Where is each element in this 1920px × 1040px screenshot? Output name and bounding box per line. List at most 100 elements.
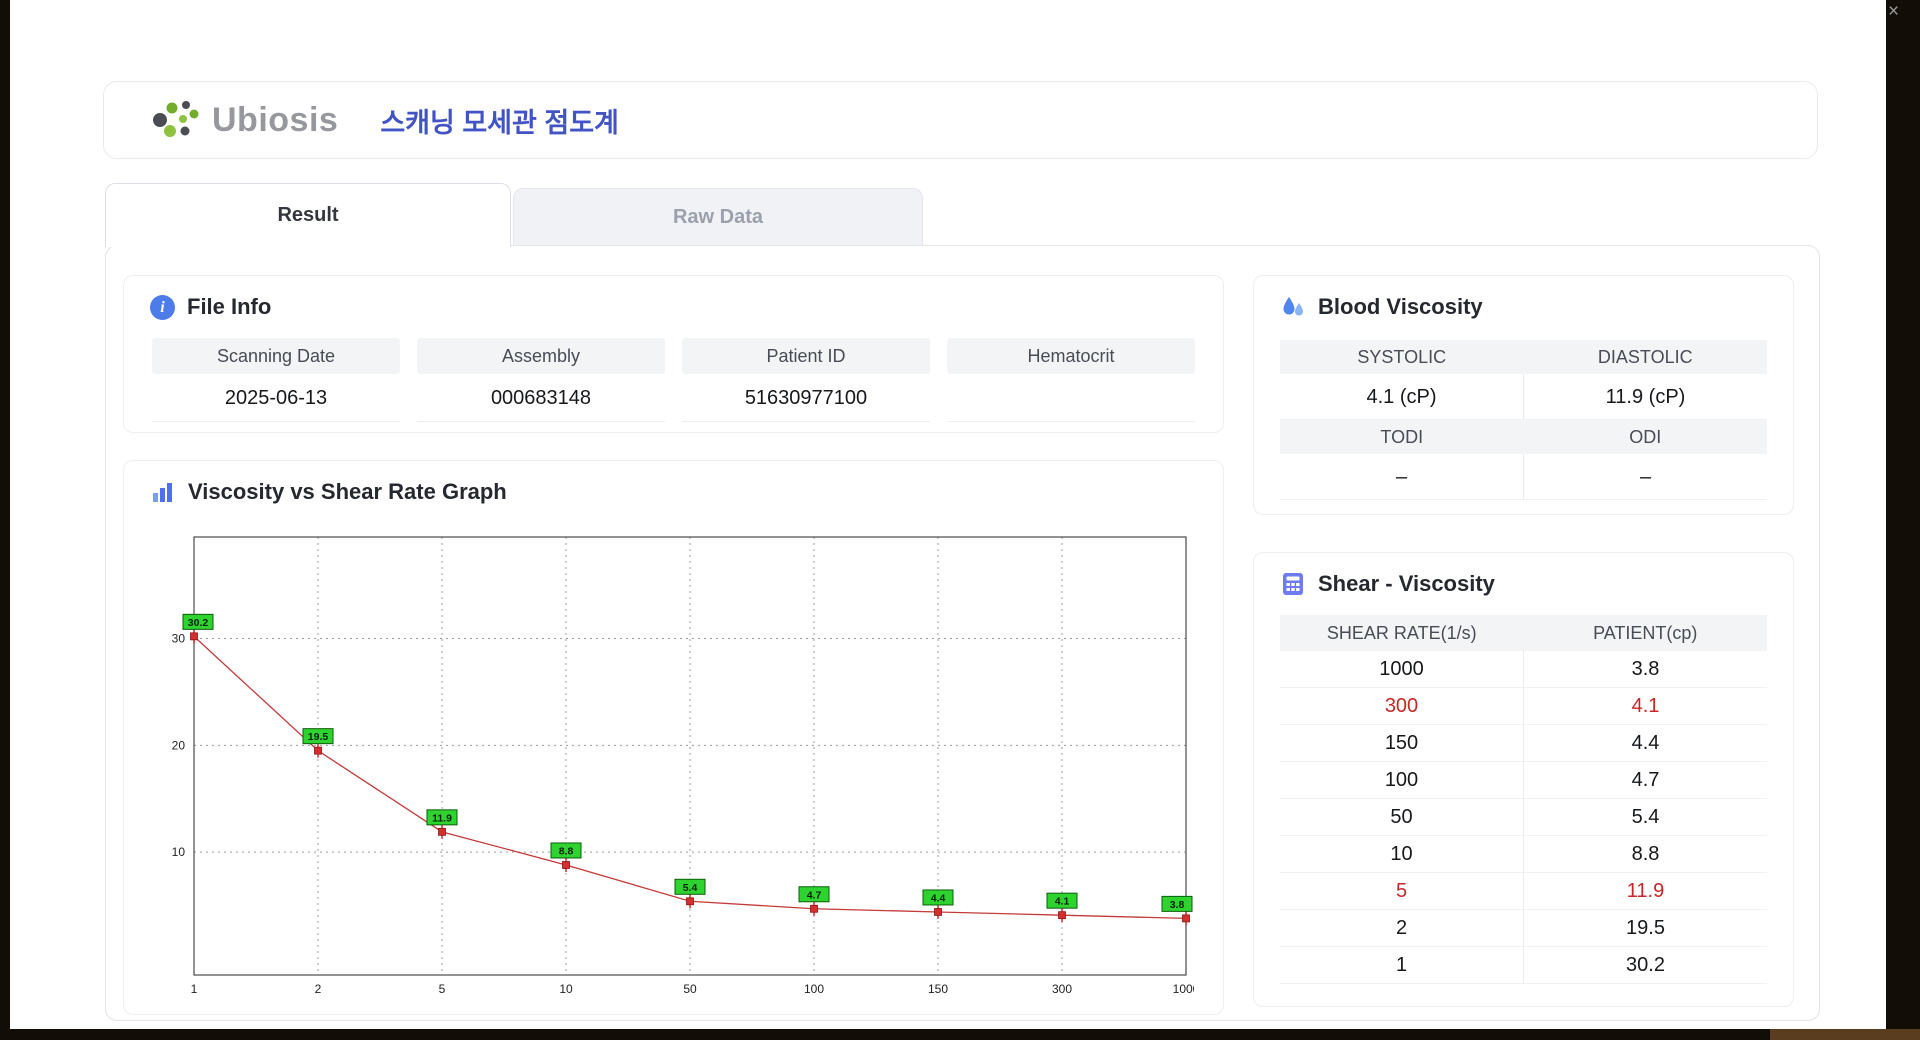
svg-text:1000: 1000 <box>1173 982 1194 996</box>
blood-viscosity-table: SYSTOLIC DIASTOLIC 4.1 (cP) 11.9 (cP) TO… <box>1280 340 1767 500</box>
svg-text:50: 50 <box>683 982 697 996</box>
shear-viscosity-row: 130.2 <box>1280 947 1767 984</box>
file-info-field: Hematocrit <box>947 338 1195 422</box>
svg-text:100: 100 <box>804 982 824 996</box>
svg-text:150: 150 <box>928 982 948 996</box>
file-info-field-value: 000683148 <box>417 374 665 422</box>
patient-viscosity-cell: 4.4 <box>1523 725 1767 762</box>
ubiosis-logo-icon <box>150 98 202 142</box>
app-header: Ubiosis 스캐닝 모세관 점도계 <box>103 81 1818 159</box>
shear-rate-cell: 300 <box>1280 688 1523 725</box>
file-info-field-label: Patient ID <box>682 338 930 374</box>
close-icon[interactable]: × <box>1888 2 1899 21</box>
patient-column-header: PATIENT(cp) <box>1524 615 1768 651</box>
blood-viscosity-title: Blood Viscosity <box>1318 294 1483 320</box>
blood-viscosity-header: Blood Viscosity <box>1254 276 1793 320</box>
svg-text:5.4: 5.4 <box>683 882 698 894</box>
ubiosis-logo: Ubiosis <box>150 98 338 142</box>
todi-label: TODI <box>1280 420 1524 454</box>
shear-viscosity-row: 108.8 <box>1280 836 1767 873</box>
shear-viscosity-rows: 10003.83004.11504.41004.7505.4108.8511.9… <box>1280 651 1767 984</box>
shear-rate-column-header: SHEAR RATE(1/s) <box>1280 615 1524 651</box>
blood-viscosity-section: Blood Viscosity SYSTOLIC DIASTOLIC 4.1 (… <box>1253 275 1794 515</box>
file-info-header: i File Info <box>124 276 1223 320</box>
svg-text:20: 20 <box>172 738 186 752</box>
file-info-field-value: 2025-06-13 <box>152 374 400 422</box>
file-info-field: Patient ID51630977100 <box>682 338 930 422</box>
info-icon: i <box>150 295 175 320</box>
file-info-field-label: Scanning Date <box>152 338 400 374</box>
shear-rate-cell: 100 <box>1280 762 1523 799</box>
odi-label: ODI <box>1524 420 1768 454</box>
shear-rate-cell: 50 <box>1280 799 1523 836</box>
patient-viscosity-cell: 4.1 <box>1523 688 1767 725</box>
logo-text: Ubiosis <box>212 101 338 140</box>
patient-viscosity-cell: 3.8 <box>1523 651 1767 688</box>
file-info-field-value <box>947 374 1195 422</box>
calculator-icon <box>1280 571 1306 597</box>
todi-value: – <box>1280 454 1523 500</box>
patient-viscosity-cell: 5.4 <box>1523 799 1767 836</box>
patient-viscosity-cell: 4.7 <box>1523 762 1767 799</box>
blood-viscosity-value-row: 4.1 (cP) 11.9 (cP) <box>1280 374 1767 420</box>
svg-text:5: 5 <box>439 982 446 996</box>
shear-viscosity-row: 505.4 <box>1280 799 1767 836</box>
patient-viscosity-cell: 8.8 <box>1523 836 1767 873</box>
svg-text:10: 10 <box>172 845 186 859</box>
droplets-icon <box>1280 294 1306 320</box>
file-info-field: Assembly000683148 <box>417 338 665 422</box>
file-info-field-label: Hematocrit <box>947 338 1195 374</box>
svg-text:30.2: 30.2 <box>188 617 209 629</box>
graph-section: Viscosity vs Shear Rate Graph 10 20 30 1 2 5 1… <box>123 460 1224 1015</box>
shear-viscosity-row: 511.9 <box>1280 873 1767 910</box>
tab-result[interactable]: Result <box>105 183 511 247</box>
shear-viscosity-table: SHEAR RATE(1/s) PATIENT(cp) 10003.83004.… <box>1280 615 1767 984</box>
file-info-field-label: Assembly <box>417 338 665 374</box>
todi-odi-header-row: TODI ODI <box>1280 420 1767 454</box>
blood-viscosity-header-row: SYSTOLIC DIASTOLIC <box>1280 340 1767 374</box>
app-window: Ubiosis 스캐닝 모세관 점도계 Result Raw Data i Fi… <box>10 0 1886 1029</box>
shear-viscosity-header: Shear - Viscosity <box>1254 553 1793 597</box>
svg-text:30: 30 <box>172 631 186 645</box>
shear-viscosity-title: Shear - Viscosity <box>1318 571 1495 597</box>
shear-rate-cell: 1 <box>1280 947 1523 984</box>
file-info-field: Scanning Date2025-06-13 <box>152 338 400 422</box>
shear-viscosity-row: 3004.1 <box>1280 688 1767 725</box>
svg-text:2: 2 <box>315 982 322 996</box>
svg-text:4.4: 4.4 <box>931 892 946 904</box>
patient-viscosity-cell: 30.2 <box>1523 947 1767 984</box>
file-info-section: i File Info Scanning Date2025-06-13Assem… <box>123 275 1224 433</box>
odi-value: – <box>1523 454 1767 500</box>
shear-viscosity-row: 10003.8 <box>1280 651 1767 688</box>
file-info-field-value: 51630977100 <box>682 374 930 422</box>
diastolic-value: 11.9 (cP) <box>1523 374 1767 420</box>
svg-text:10: 10 <box>559 982 573 996</box>
graph-title: Viscosity vs Shear Rate Graph <box>188 479 507 505</box>
systolic-value: 4.1 (cP) <box>1280 374 1523 420</box>
systolic-label: SYSTOLIC <box>1280 340 1524 374</box>
tab-raw-data[interactable]: Raw Data <box>513 188 923 245</box>
svg-text:1: 1 <box>191 982 198 996</box>
svg-text:8.8: 8.8 <box>559 845 574 857</box>
todi-odi-value-row: – – <box>1280 454 1767 500</box>
svg-text:11.9: 11.9 <box>432 812 452 824</box>
shear-rate-cell: 10 <box>1280 836 1523 873</box>
bar-chart-icon <box>150 479 176 505</box>
svg-text:4.7: 4.7 <box>807 889 822 901</box>
result-panel: i File Info Scanning Date2025-06-13Assem… <box>105 245 1820 1021</box>
shear-rate-cell: 150 <box>1280 725 1523 762</box>
shear-rate-cell: 5 <box>1280 873 1523 910</box>
shear-viscosity-column-headers: SHEAR RATE(1/s) PATIENT(cp) <box>1280 615 1767 651</box>
shear-viscosity-section: Shear - Viscosity SHEAR RATE(1/s) PATIEN… <box>1253 552 1794 1007</box>
svg-text:19.5: 19.5 <box>308 731 329 743</box>
viscosity-shear-chart: 1020301251050100150300100030.219.511.98.… <box>154 531 1194 1001</box>
shear-rate-cell: 2 <box>1280 910 1523 947</box>
app-title: 스캐닝 모세관 점도계 <box>380 101 619 140</box>
shear-rate-cell: 1000 <box>1280 651 1523 688</box>
shear-viscosity-row: 219.5 <box>1280 910 1767 947</box>
diastolic-label: DIASTOLIC <box>1524 340 1768 374</box>
patient-viscosity-cell: 19.5 <box>1523 910 1767 947</box>
file-info-fields: Scanning Date2025-06-13Assembly000683148… <box>152 338 1195 422</box>
shear-viscosity-row: 1504.4 <box>1280 725 1767 762</box>
patient-viscosity-cell: 11.9 <box>1523 873 1767 910</box>
